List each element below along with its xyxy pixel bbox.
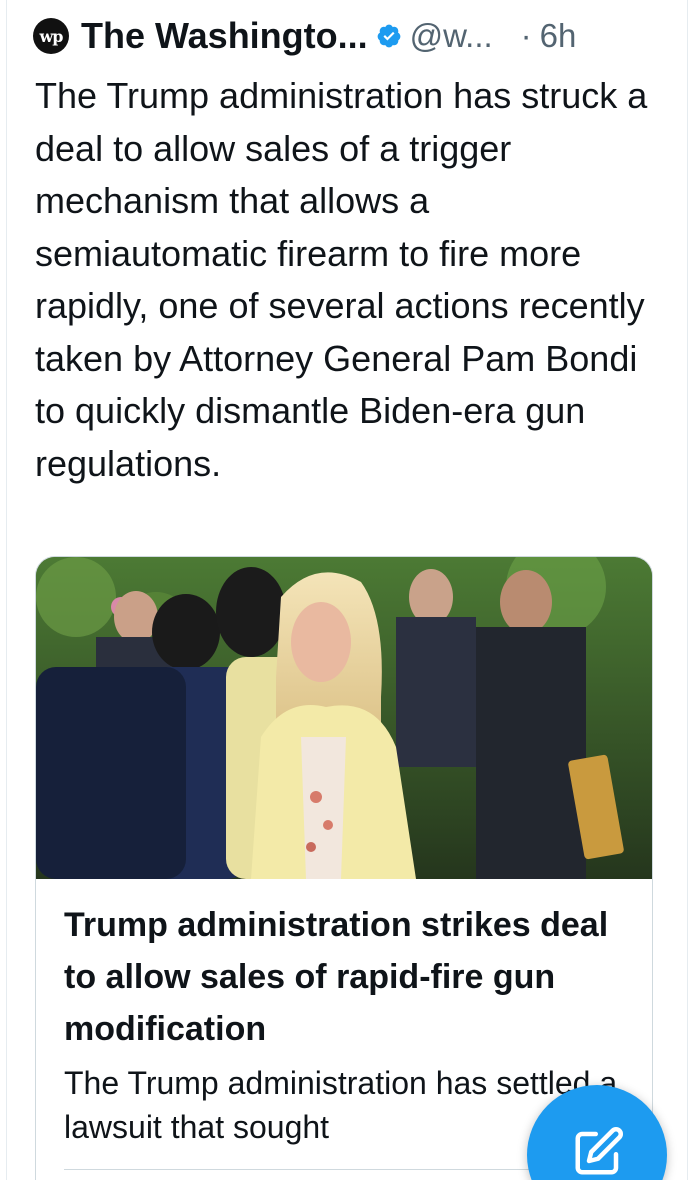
tweet-container[interactable]: wp The Washingto... @w... · 6h The Trump… [6, 0, 688, 1180]
tweet-text: The Trump administration has struck a de… [35, 75, 648, 484]
author-name[interactable]: The Washingto... [81, 15, 368, 57]
link-card[interactable]: Trump administration strikes deal to all… [35, 556, 653, 1180]
tweet-timestamp[interactable]: 6h [540, 17, 577, 55]
card-image[interactable] [36, 557, 652, 879]
separator-dot: · [520, 17, 532, 54]
compose-icon [575, 1127, 623, 1175]
card-photo-illustration [36, 557, 652, 879]
verified-badge-icon [377, 24, 401, 48]
avatar-logo-text: wp [39, 26, 64, 46]
card-title[interactable]: Trump administration strikes deal to all… [64, 899, 624, 1055]
author-avatar[interactable]: wp [33, 18, 69, 54]
tweet-header: wp The Washingto... @w... · 6h [33, 14, 576, 58]
author-handle[interactable]: @w... [410, 17, 493, 55]
